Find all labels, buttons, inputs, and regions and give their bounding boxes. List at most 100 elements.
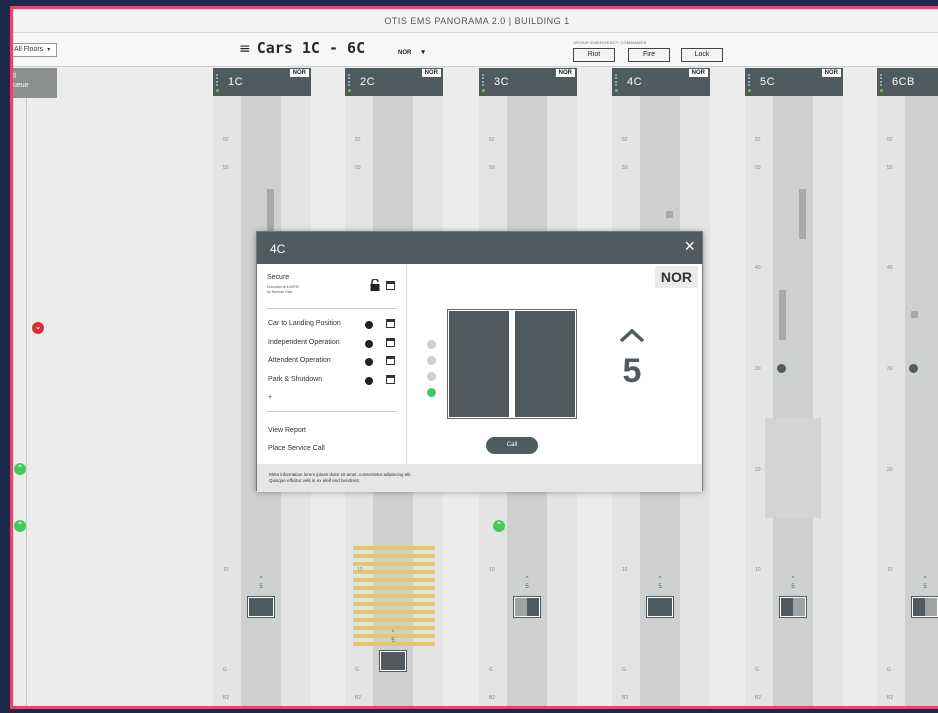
car-status-badge: NOR <box>821 69 841 77</box>
car-floor: 5 <box>923 584 927 590</box>
floor-label: 40 <box>887 265 893 271</box>
option-attendent-operation: Attendent Operation <box>268 357 331 364</box>
car-name: 5C <box>760 76 776 88</box>
door-right <box>660 598 672 616</box>
call-range-bar <box>267 189 274 237</box>
car-header[interactable]: 5C NOR <box>745 68 843 96</box>
car-header[interactable]: 1C NOR <box>213 68 311 96</box>
car-name: 2C <box>360 76 376 88</box>
unlock-icon[interactable] <box>370 278 380 296</box>
floor-label: 50 <box>887 165 893 171</box>
drag-handle-icon[interactable] <box>880 74 882 86</box>
status-dot-icon <box>880 89 883 92</box>
door-left <box>515 598 527 616</box>
status-badge: NOR <box>654 266 698 288</box>
floor-label: 10 <box>887 567 893 573</box>
up-call-indicator[interactable]: ⌃ <box>14 520 26 532</box>
car-call-marker[interactable] <box>909 364 918 373</box>
floor-label: B2 <box>887 695 894 701</box>
hall-queue-header: ll ueue <box>13 68 57 98</box>
call-button[interactable]: Call <box>486 437 538 454</box>
car-column-5c[interactable]: 5C NOR 52 50 40 30 20 10 G B2 ^ 5 <box>745 68 843 706</box>
status-light-active <box>427 388 436 397</box>
car-position[interactable] <box>779 596 807 618</box>
option-toggle-attendent-operation[interactable] <box>386 356 395 365</box>
floor-label: 50 <box>755 165 761 171</box>
car-position[interactable] <box>379 650 407 672</box>
car-name: 4C <box>627 76 643 88</box>
drag-handle-icon[interactable] <box>216 74 218 86</box>
floor-label: 52 <box>355 137 361 143</box>
modal-header: 4C × <box>257 232 702 264</box>
status-light <box>427 340 436 349</box>
floor-label: B2 <box>223 695 230 701</box>
floor-label: 52 <box>622 137 628 143</box>
car-call-marker[interactable] <box>777 364 786 373</box>
car-header[interactable]: 4C NOR <box>612 68 710 96</box>
hall-queue-label-2: ueue <box>13 82 29 89</box>
floor-label: 40 <box>755 265 761 271</box>
mode-select[interactable]: NOR ▾ <box>398 48 425 56</box>
up-call-indicator[interactable]: ⌃ <box>493 520 505 532</box>
drag-handle-icon[interactable] <box>615 74 617 86</box>
car-position[interactable] <box>646 596 674 618</box>
drag-handle-icon[interactable] <box>748 74 750 86</box>
info-icon[interactable] <box>365 340 373 348</box>
chevron-up-icon: ^ <box>525 576 529 582</box>
fire-button[interactable]: Fire <box>628 48 670 62</box>
floor-label: 50 <box>355 165 361 171</box>
drag-handle-icon[interactable] <box>482 74 484 86</box>
info-icon[interactable] <box>365 358 373 366</box>
down-call-indicator[interactable]: ⌄ <box>32 322 44 334</box>
car-name: 3C <box>494 76 510 88</box>
floor-label: G <box>755 667 759 673</box>
floors-select[interactable]: All Floors ▾ <box>13 43 58 57</box>
car-header[interactable]: 6CB <box>877 68 938 96</box>
door-right <box>793 598 805 616</box>
car-column-6cb[interactable]: 6CB 52 50 40 30 20 10 G B2 ^ 5 <box>877 68 938 706</box>
car-header[interactable]: 3C NOR <box>479 68 577 96</box>
up-call-indicator[interactable]: ⌃ <box>14 463 26 475</box>
floor-label: G <box>223 667 227 673</box>
option-toggle-independent-operation[interactable] <box>386 338 395 347</box>
secure-info-line: by Norman Gale <box>267 290 293 294</box>
caret-down-icon: ▾ <box>421 49 425 56</box>
info-icon[interactable] <box>365 377 373 385</box>
option-toggle-car-to-landing[interactable] <box>386 319 395 328</box>
status-dot-icon <box>216 89 219 92</box>
modal-options-panel: Secure Unlocked at 4:00PM by Norman Gale… <box>257 264 407 464</box>
drag-handle-icon[interactable] <box>348 74 350 86</box>
floor-label: 20 <box>887 467 893 473</box>
riot-button[interactable]: Riot <box>573 48 615 62</box>
car-header[interactable]: 2C NOR <box>345 68 443 96</box>
floor-label: B2 <box>755 695 762 701</box>
add-option-button[interactable]: + <box>268 394 272 401</box>
car-status-badge: NOR <box>421 69 441 77</box>
floor-label: G <box>887 667 891 673</box>
place-service-call-link[interactable]: Place Service Call <box>268 445 325 452</box>
close-icon[interactable]: × <box>684 236 695 257</box>
option-toggle-park-shutdown[interactable] <box>386 375 395 384</box>
car-position[interactable] <box>247 596 275 618</box>
toolbar: All Floors ▾ ≡ Cars 1C - 6C NOR ▾ GROUP EME… <box>13 33 938 67</box>
view-report-link[interactable]: View Report <box>268 427 306 434</box>
hamburger-icon[interactable]: ≡ <box>239 41 251 57</box>
secure-toggle[interactable] <box>386 281 395 290</box>
call-range-bar <box>799 189 806 239</box>
floor-label: 50 <box>489 165 495 171</box>
chevron-up-icon: ^ <box>923 576 927 582</box>
secure-info: Unlocked at 4:00PM by Norman Gale <box>267 285 299 295</box>
info-icon[interactable] <box>365 321 373 329</box>
hall-queue-track: ⌄ ⌃ ⌃ <box>13 98 57 706</box>
car-position[interactable] <box>513 596 541 618</box>
status-dot-icon <box>748 89 751 92</box>
secure-label: Secure <box>267 274 290 281</box>
floor-label: 50 <box>622 165 628 171</box>
floor-label: 10 <box>755 567 761 573</box>
lock-button[interactable]: Lock <box>681 48 723 62</box>
car-detail-modal: 4C × Secure Unlocked at 4:00PM by Norman… <box>256 231 703 492</box>
chevron-up-icon <box>617 324 647 350</box>
car-position[interactable] <box>911 596 938 618</box>
floor-label: B2 <box>622 695 629 701</box>
chevron-up-icon: ^ <box>259 576 263 582</box>
